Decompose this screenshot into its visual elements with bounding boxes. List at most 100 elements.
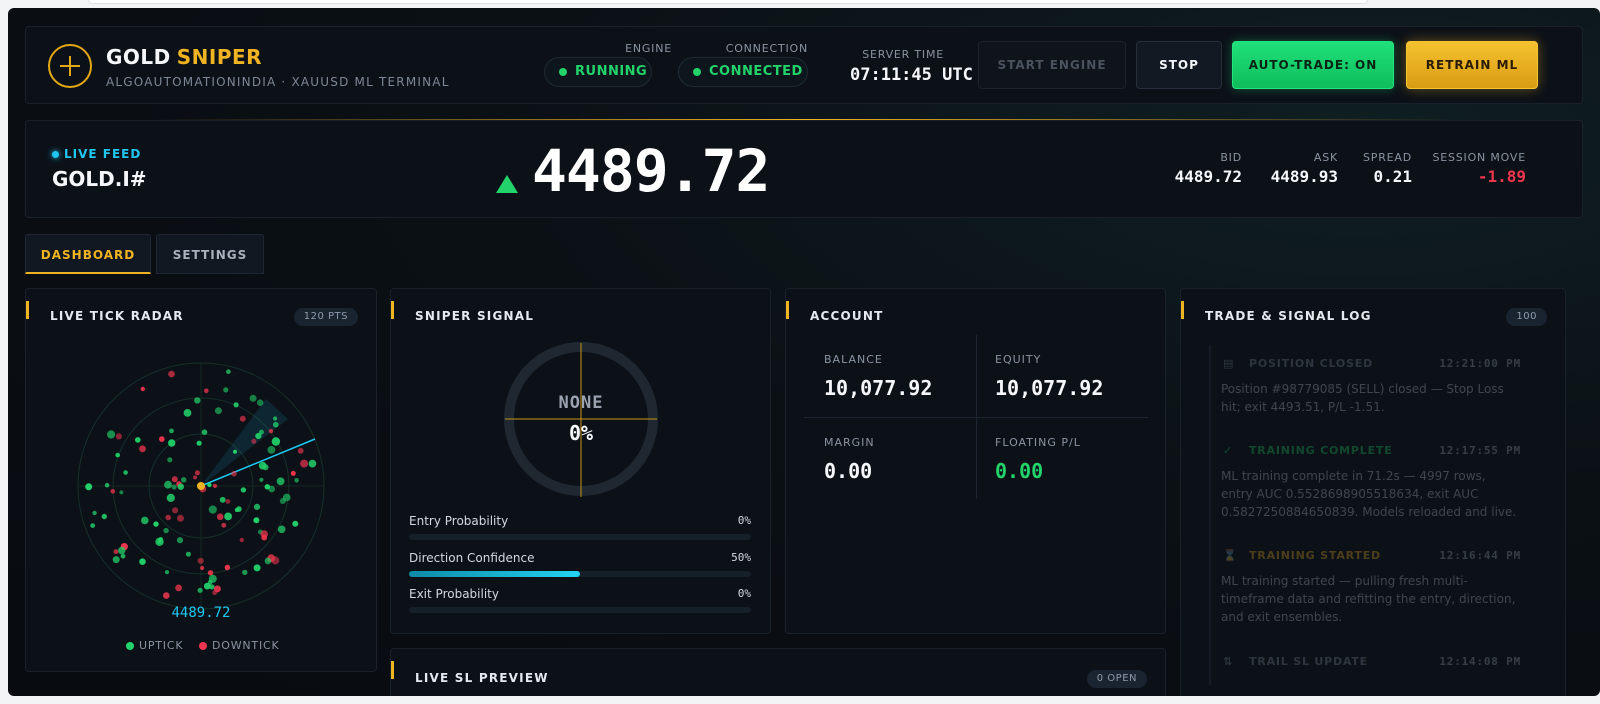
uptick-dot <box>255 432 262 440</box>
browser-bar <box>88 0 1368 4</box>
uptick-dot <box>264 557 272 565</box>
uptick-dot <box>141 516 149 525</box>
uptick-dot <box>203 582 211 590</box>
uptick-dot <box>197 587 203 593</box>
log-entry-body: Position #98779085 (SELL) closed — Stop … <box>1221 382 1504 414</box>
signal-state: NONE <box>558 393 604 413</box>
connection-status-text: CONNECTED <box>709 64 803 79</box>
radar-center-dot <box>197 482 205 490</box>
log-entry-body: ML training started — pulling fresh mult… <box>1221 574 1516 624</box>
uptick-dot <box>273 421 279 428</box>
uptick-dot <box>259 477 264 482</box>
connection-label: CONNECTION <box>725 42 808 55</box>
lock-icon: ▤ <box>1223 357 1235 370</box>
account-title: ACCOUNT <box>810 309 884 323</box>
balance-cell: BALANCE 10,077.92 <box>824 353 932 400</box>
downtick-dot <box>239 415 246 422</box>
uptick-dot <box>308 459 317 468</box>
margin-cell: MARGIN 0.00 <box>824 436 875 483</box>
start-engine-button[interactable]: START ENGINE <box>978 41 1126 89</box>
downtick-dot <box>260 530 268 538</box>
exit-probability-value: 0% <box>737 587 751 600</box>
uptick-dot <box>226 369 231 374</box>
uptick-dot-icon <box>126 642 134 650</box>
downtick-dot <box>171 476 178 483</box>
brand-word-gold: GOLD <box>106 45 171 69</box>
price-up-arrow-icon <box>496 175 518 193</box>
direction-confidence-label: Direction Confidence <box>409 551 535 565</box>
uptick-dot <box>118 546 126 555</box>
uptick-dot <box>185 551 191 557</box>
session-move-value: -1.89 <box>1477 167 1526 186</box>
downtick-dot <box>200 565 205 571</box>
radar-price-label: 4489.72 <box>171 605 231 621</box>
downtick-dot <box>290 470 296 476</box>
log-entry-body: ML training complete in 71.2s — 4997 row… <box>1221 469 1517 519</box>
downtick-dot-icon <box>199 642 207 650</box>
uptick-dot <box>234 508 239 512</box>
auto-trade-toggle-button[interactable]: AUTO-TRADE: ON <box>1232 41 1394 89</box>
uptick-dot <box>233 449 237 454</box>
uptick-dot <box>292 520 299 527</box>
uptick-dot <box>253 517 260 524</box>
uptick-dot <box>242 569 248 576</box>
entry-probability-bar <box>409 534 751 540</box>
ask-label: ASK <box>1313 151 1338 164</box>
engine-status-pill: RUNNING <box>544 57 652 87</box>
log-count-badge: 100 <box>1506 308 1547 326</box>
log-entry[interactable]: ⌛ TRAINING STARTED 12:16:44 PM ML training… <box>1221 549 1521 626</box>
tab-dashboard[interactable]: DASHBOARD <box>25 234 151 274</box>
log-entry[interactable]: ✓ TRAINING COMPLETE 12:17:55 PM ML trainin… <box>1221 444 1521 521</box>
uptick-dot <box>163 527 169 534</box>
panel-accent <box>1181 301 1184 319</box>
uptick-dot <box>214 407 222 415</box>
uptick-dot <box>164 480 172 489</box>
downtick-dot <box>139 445 146 453</box>
log-entry-time: 12:21:00 PM <box>1439 357 1521 370</box>
log-entry[interactable]: ⇅ TRAIL SL UPDATE 12:14:08 PM <box>1221 655 1521 678</box>
panel-accent <box>786 301 789 319</box>
uptick-dot <box>176 537 184 544</box>
uptick-dot <box>208 574 217 583</box>
downtick-dot <box>197 557 204 564</box>
live-feed-label: LIVE FEED <box>52 147 141 161</box>
app-window: GOLD SNIPER ALGOAUTOMATIONINDIA · XAUUSD … <box>8 8 1600 696</box>
equity-cell: EQUITY 10,077.92 <box>995 353 1103 400</box>
uptick-dot <box>90 523 96 528</box>
live-price: 4489.72 <box>532 137 770 205</box>
account-divider-horizontal <box>804 417 1148 418</box>
uptick-dot <box>153 521 159 527</box>
downtick-dot <box>225 499 231 504</box>
panel-accent <box>391 661 394 679</box>
sniper-signal-panel: SNIPER SIGNAL NONE 0% Entry Probability … <box>390 288 771 634</box>
tab-settings[interactable]: SETTINGS <box>156 234 264 274</box>
uptick-dot <box>177 483 184 490</box>
retrain-ml-button[interactable]: RETRAIN ML <box>1406 41 1538 89</box>
floating-pl-label: FLOATING P/L <box>995 436 1081 449</box>
stop-button[interactable]: STOP <box>1136 41 1222 89</box>
log-entry[interactable]: ▤ POSITION CLOSED 12:21:00 PM Position #98… <box>1221 357 1521 416</box>
trade-signal-log-panel: TRADE & SIGNAL LOG 100 ▤ POSITION CLOSED 1… <box>1180 288 1566 696</box>
check-icon: ✓ <box>1223 444 1234 457</box>
signal-confidence: 0% <box>568 421 594 445</box>
direction-confidence-value: 50% <box>731 551 751 564</box>
connection-status-dot <box>693 68 701 76</box>
downtick-dot <box>113 549 119 555</box>
log-entry-title: TRAINING COMPLETE <box>1249 444 1393 457</box>
uptick-dot <box>112 556 120 564</box>
entry-probability-label: Entry Probability <box>409 514 509 528</box>
uptick-dot <box>101 513 108 520</box>
uptick-dot <box>135 437 141 443</box>
downtick-dot <box>163 592 170 599</box>
downtick-dot <box>165 514 171 521</box>
legend-uptick-label: UPTICK <box>139 639 184 652</box>
spread-value: 0.21 <box>1373 167 1412 186</box>
downtick-dot <box>175 584 183 592</box>
trail-icon: ⇅ <box>1223 655 1234 668</box>
uptick-dot <box>267 446 276 454</box>
uptick-dot <box>258 461 267 470</box>
downtick-dot <box>115 433 122 440</box>
uptick-dot <box>264 484 270 490</box>
equity-value: 10,077.92 <box>995 376 1104 400</box>
entry-probability-row: Entry Probability 0% <box>409 514 751 540</box>
